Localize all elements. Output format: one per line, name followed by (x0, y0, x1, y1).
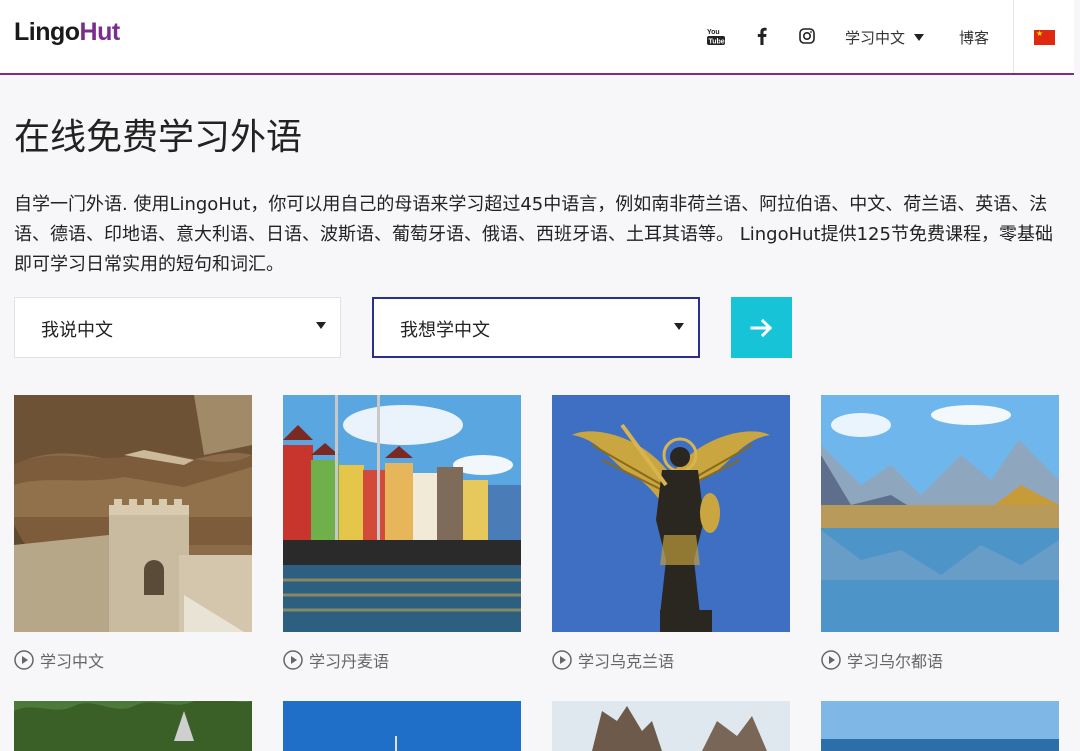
card-label: 学习乌尔都语 (847, 652, 944, 671)
go-button[interactable] (731, 297, 792, 358)
nav-divider (1013, 0, 1014, 73)
copenhagen-harbor-image (283, 395, 521, 632)
svg-text:Tube: Tube (709, 39, 725, 46)
learn-ukrainian-link[interactable]: 学习乌克兰语 (552, 648, 790, 672)
chevron-down-icon (674, 323, 684, 330)
instagram-icon[interactable] (797, 26, 817, 46)
language-card-chinese[interactable]: 学习中文 (14, 395, 252, 672)
language-card-urdu[interactable]: 学习乌尔都语 (821, 395, 1059, 672)
facebook-icon[interactable] (752, 26, 772, 46)
learn-chinese-link[interactable]: 学习中文 (14, 648, 252, 672)
learn-language-menu[interactable]: 学习中文 (845, 27, 924, 48)
language-card-danish[interactable]: 学习丹麦语 (283, 395, 521, 672)
card-label: 学习中文 (40, 652, 105, 671)
play-circle-icon (821, 650, 841, 670)
youtube-icon[interactable]: You Tube (706, 26, 726, 46)
blog-link[interactable]: 博客 (959, 27, 989, 48)
site-header: LingoHut You Tube 学习中文 博客 ★ (0, 0, 1074, 75)
card-label: 学习丹麦语 (309, 652, 390, 671)
language-card-partial[interactable] (283, 701, 521, 751)
great-wall-image (14, 395, 252, 632)
learn-urdu-link[interactable]: 学习乌尔都语 (821, 648, 1059, 672)
page-title: 在线免费学习外语 (14, 117, 303, 158)
language-card-ukrainian[interactable]: 学习乌克兰语 (552, 395, 790, 672)
intro-text: 自学一门外语. 使用LingoHut，你可以用自己的母语来学习超过45中语言，例… (14, 194, 1053, 275)
mountain-lake-image (821, 395, 1059, 632)
native-language-select[interactable]: 我说中文 (14, 297, 341, 358)
archangel-statue-image (552, 395, 790, 632)
play-circle-icon (552, 650, 572, 670)
learn-menu-label: 学习中文 (845, 29, 906, 47)
chevron-down-icon (316, 322, 326, 329)
language-card-partial[interactable] (14, 701, 252, 751)
language-card-partial[interactable] (552, 701, 790, 751)
svg-text:You: You (707, 29, 720, 36)
language-card-partial[interactable] (821, 701, 1059, 751)
target-language-select[interactable]: 我想学中文 (372, 297, 700, 358)
card-label: 学习乌克兰语 (578, 652, 675, 671)
china-flag-icon[interactable]: ★ (1034, 30, 1055, 45)
arrow-right-icon (750, 318, 772, 337)
native-language-value: 我说中文 (41, 320, 113, 341)
lingohut-logo[interactable]: LingoHut (14, 18, 120, 47)
chevron-down-icon (913, 34, 924, 41)
target-language-value: 我想学中文 (400, 320, 490, 341)
play-circle-icon (14, 650, 34, 670)
learn-danish-link[interactable]: 学习丹麦语 (283, 648, 521, 672)
play-circle-icon (283, 650, 303, 670)
